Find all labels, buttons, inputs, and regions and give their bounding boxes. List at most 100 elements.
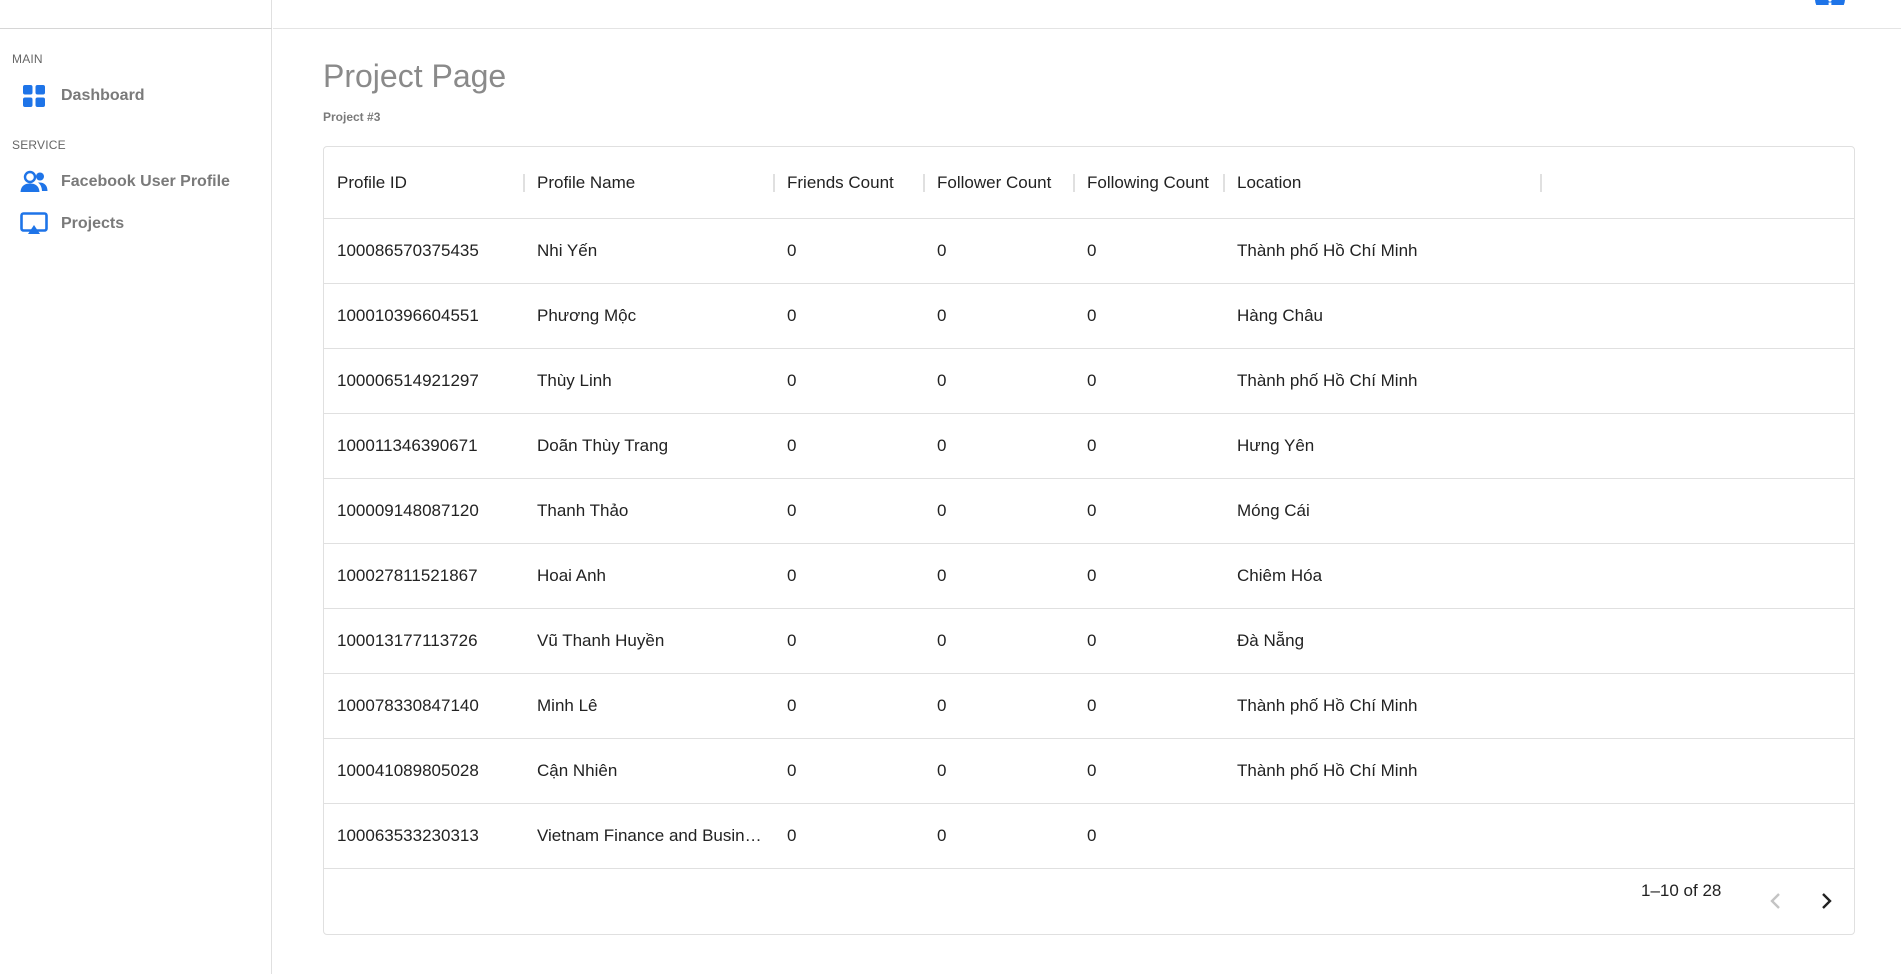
cell-profile-name: Nhi Yến: [537, 241, 598, 260]
cell-following-count: 0: [1087, 436, 1097, 455]
sidebar: MAIN Dashboard SERVICE Facebook User Pro…: [0, 0, 272, 974]
data-grid: Profile ID Profile Name Friends Count Fo…: [323, 146, 1855, 935]
cell-following-count: 0: [1087, 696, 1097, 715]
chevron-left-icon: [1769, 891, 1783, 916]
cell-profile-name: Doãn Thùy Trang: [537, 436, 669, 455]
section-label-main: MAIN: [12, 52, 43, 66]
cell-friends-count: 0: [787, 241, 797, 260]
page-title: Project Page: [323, 58, 507, 94]
cell-profile-name: Minh Lê: [537, 696, 598, 715]
cell-location: Móng Cái: [1237, 501, 1310, 520]
cell-friends-count: 0: [787, 761, 797, 780]
cell-follower-count: 0: [937, 436, 947, 455]
column-header-following-count[interactable]: Following Count: [1087, 147, 1209, 219]
cell-following-count: 0: [1087, 631, 1097, 650]
cell-profile-id: 100063533230313: [337, 826, 479, 845]
cell-follower-count: 0: [937, 371, 947, 390]
column-separator[interactable]: [923, 174, 925, 192]
cell-follower-count: 0: [937, 826, 947, 845]
sidebar-item-dashboard[interactable]: Dashboard: [12, 78, 262, 114]
cell-profile-id: 100013177113726: [337, 631, 478, 650]
sidebar-item-facebook-user-profile[interactable]: Facebook User Profile: [12, 164, 262, 200]
cell-follower-count: 0: [937, 241, 947, 260]
cell-profile-id: 100027811521867: [337, 566, 478, 585]
column-separator[interactable]: [1223, 174, 1225, 192]
cell-location: Đà Nẵng: [1237, 631, 1305, 650]
column-header-follower-count[interactable]: Follower Count: [937, 147, 1051, 219]
grid-footer: 1–10 of 28: [324, 869, 1854, 934]
column-header-profile-id[interactable]: Profile ID: [337, 147, 407, 219]
cell-profile-name: Phương Mộc: [537, 306, 637, 325]
cell-location: Hàng Châu: [1237, 306, 1324, 325]
grid-header: Profile ID Profile Name Friends Count Fo…: [324, 147, 1854, 219]
page-subtitle: Project #3: [323, 110, 381, 124]
cell-profile-name: Cận Nhiên: [537, 761, 618, 780]
cell-friends-count: 0: [787, 826, 797, 845]
cell-following-count: 0: [1087, 501, 1097, 520]
cell-location: Chiêm Hóa: [1237, 566, 1323, 585]
column-separator[interactable]: [1073, 174, 1075, 192]
chevron-right-icon: [1819, 891, 1833, 916]
cell-follower-count: 0: [937, 696, 947, 715]
cell-location: Hưng Yên: [1237, 436, 1315, 455]
section-label-service: SERVICE: [12, 138, 66, 152]
table-row[interactable]: 100027811521867 Hoai Anh 0 0 0 Chiêm Hóa: [324, 544, 1854, 609]
cell-profile-id: 100009148087120: [337, 501, 479, 520]
cell-profile-id: 100086570375435: [337, 241, 479, 260]
next-page-button[interactable]: [1810, 887, 1842, 919]
account-circle-icon[interactable]: [1815, 0, 1845, 5]
cell-location: Thành phố Hồ Chí Minh: [1237, 761, 1418, 780]
cell-following-count: 0: [1087, 306, 1097, 325]
cell-friends-count: 0: [787, 306, 797, 325]
table-row[interactable]: 100009148087120 Thanh Thảo 0 0 0 Móng Cá…: [324, 479, 1854, 544]
column-header-location[interactable]: Location: [1237, 147, 1301, 219]
cell-follower-count: 0: [937, 631, 947, 650]
cell-follower-count: 0: [937, 761, 947, 780]
cell-location: Thành phố Hồ Chí Minh: [1237, 241, 1418, 260]
pagination-range: 1–10 of 28: [1641, 881, 1722, 900]
cell-following-count: 0: [1087, 241, 1097, 260]
cell-friends-count: 0: [787, 501, 797, 520]
column-separator[interactable]: [523, 174, 525, 192]
cell-follower-count: 0: [937, 566, 947, 585]
sidebar-divider: [0, 28, 272, 29]
column-header-profile-name[interactable]: Profile Name: [537, 147, 635, 219]
cell-profile-name: Hoai Anh: [537, 566, 606, 585]
table-row[interactable]: 100013177113726 Vũ Thanh Huyền 0 0 0 Đà …: [324, 609, 1854, 674]
sidebar-item-label: Projects: [61, 215, 125, 232]
table-row[interactable]: 100006514921297 Thùy Linh 0 0 0 Thành ph…: [324, 349, 1854, 414]
cell-following-count: 0: [1087, 566, 1097, 585]
cell-following-count: 0: [1087, 371, 1097, 390]
cell-profile-name: Thùy Linh: [537, 371, 612, 390]
cell-profile-id: 100010396604551: [337, 306, 479, 325]
cell-profile-id: 100078330847140: [337, 696, 479, 715]
column-separator[interactable]: [773, 174, 775, 192]
cell-profile-id: 100006514921297: [337, 371, 479, 390]
column-separator[interactable]: [1540, 174, 1542, 192]
cell-follower-count: 0: [937, 306, 947, 325]
users-icon: [12, 164, 56, 200]
cell-friends-count: 0: [787, 436, 797, 455]
sidebar-item-label: Dashboard: [61, 87, 145, 104]
sidebar-item-projects[interactable]: Projects: [12, 206, 262, 242]
table-row[interactable]: 100041089805028 Cận Nhiên 0 0 0 Thành ph…: [324, 739, 1854, 804]
cell-location: Thành phố Hồ Chí Minh: [1237, 371, 1418, 390]
cell-profile-id: 100041089805028: [337, 761, 479, 780]
table-row[interactable]: 100063533230313 Vietnam Finance and Busi…: [324, 804, 1854, 869]
cell-following-count: 0: [1087, 826, 1097, 845]
cell-profile-name: Thanh Thảo: [537, 501, 629, 520]
monitor-icon: [12, 206, 56, 242]
table-row[interactable]: 100011346390671 Doãn Thùy Trang 0 0 0 Hư…: [324, 414, 1854, 479]
cell-friends-count: 0: [787, 631, 797, 650]
cell-friends-count: 0: [787, 696, 797, 715]
cell-follower-count: 0: [937, 501, 947, 520]
top-header: [273, 0, 1901, 29]
cell-friends-count: 0: [787, 566, 797, 585]
column-header-friends-count[interactable]: Friends Count: [787, 147, 894, 219]
cell-friends-count: 0: [787, 371, 797, 390]
table-row[interactable]: 100010396604551 Phương Mộc 0 0 0 Hàng Ch…: [324, 284, 1854, 349]
table-row[interactable]: 100078330847140 Minh Lê 0 0 0 Thành phố …: [324, 674, 1854, 739]
sidebar-item-label: Facebook User Profile: [61, 173, 230, 190]
table-row[interactable]: 100086570375435 Nhi Yến 0 0 0 Thành phố …: [324, 219, 1854, 284]
previous-page-button[interactable]: [1760, 887, 1792, 919]
